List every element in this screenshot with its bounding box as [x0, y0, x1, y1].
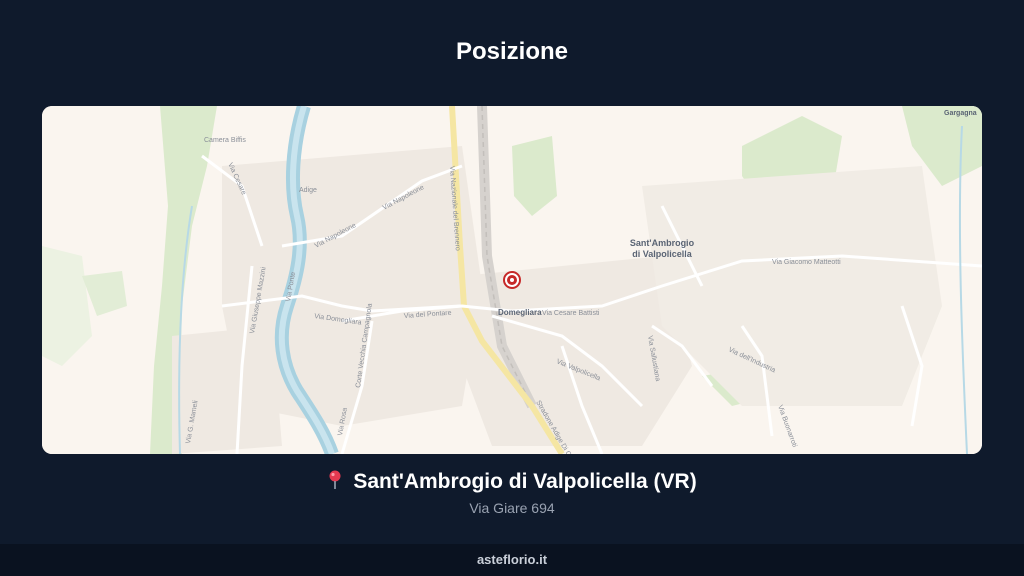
map-label-town-line1: Sant'Ambrogio [630, 238, 695, 248]
location-marker-icon[interactable] [503, 271, 521, 289]
footer-bar: asteflorio.it [0, 544, 1024, 576]
map-pin-icon [327, 470, 343, 496]
map-label-via-matteotti: Via Giacomo Matteotti [772, 259, 841, 266]
page-title: Posizione [455, 38, 569, 65]
map-label-gargagna: Gargagna [944, 110, 977, 117]
map-label-via-battisti: Via Cesare Battisti [542, 310, 600, 317]
map-view[interactable]: Camera Biffis Adige Via Napoleone Via Na… [42, 106, 982, 454]
map-canvas[interactable]: Camera Biffis Adige Via Napoleone Via Na… [42, 106, 982, 454]
footer-brand-link[interactable]: asteflorio.it [477, 552, 547, 567]
map-label-town-line2: di Valpolicella [632, 249, 693, 259]
location-title: Sant'Ambrogio di Valpolicella (VR) [0, 470, 1024, 496]
map-label-camera-bifis: Camera Biffis [204, 137, 246, 144]
map-label-domegliara: Domegliara [498, 308, 542, 317]
location-name: Sant'Ambrogio di Valpolicella (VR) [353, 470, 697, 493]
map-label-adige: Adige [299, 187, 317, 194]
location-address: Via Giare 694 [469, 500, 555, 516]
